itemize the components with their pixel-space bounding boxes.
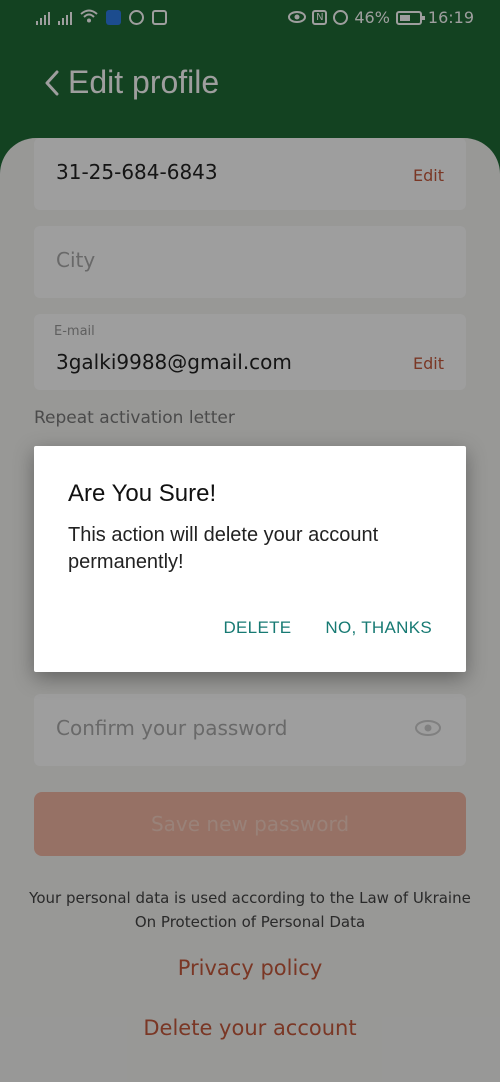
dialog-title: Are You Sure! [68,480,217,507]
dialog-actions: DELETE NO, THANKS [223,618,432,638]
no-thanks-button[interactable]: NO, THANKS [325,618,432,638]
confirm-delete-dialog: Are You Sure! This action will delete yo… [34,446,466,672]
delete-button[interactable]: DELETE [223,618,291,638]
dialog-message: This action will delete your account per… [68,524,379,573]
